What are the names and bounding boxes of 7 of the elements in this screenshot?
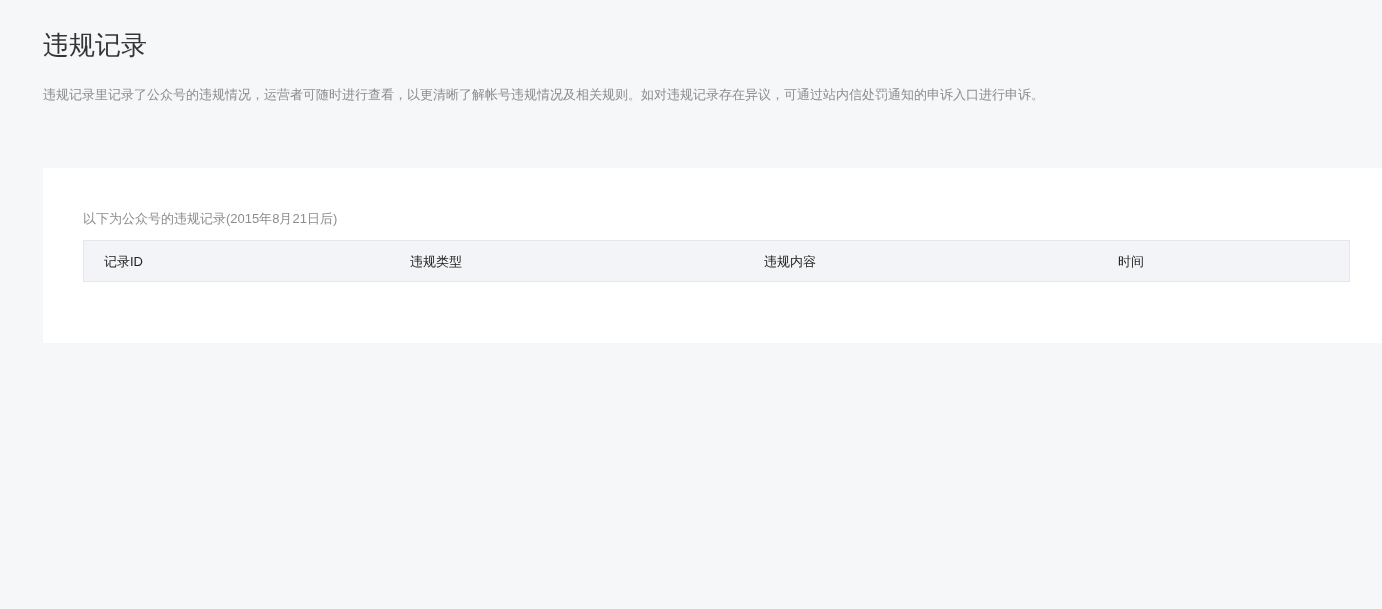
- page-title: 违规记录: [43, 29, 147, 62]
- page-description: 违规记录里记录了公众号的违规情况，运营者可随时进行查看，以更清晰了解帐号违规情况及相关规则。如对违规记录存在异议，可通过站内信处罚通知的申诉入口进行申诉。: [43, 86, 1044, 104]
- column-header: 时间: [1118, 254, 1144, 269]
- column-header: 违规类型: [410, 254, 462, 269]
- table-caption: 以下为公众号的违规记录(2015年8月21日后): [83, 210, 338, 228]
- column-header: 违规内容: [764, 254, 816, 269]
- column-header: 记录ID: [104, 254, 143, 269]
